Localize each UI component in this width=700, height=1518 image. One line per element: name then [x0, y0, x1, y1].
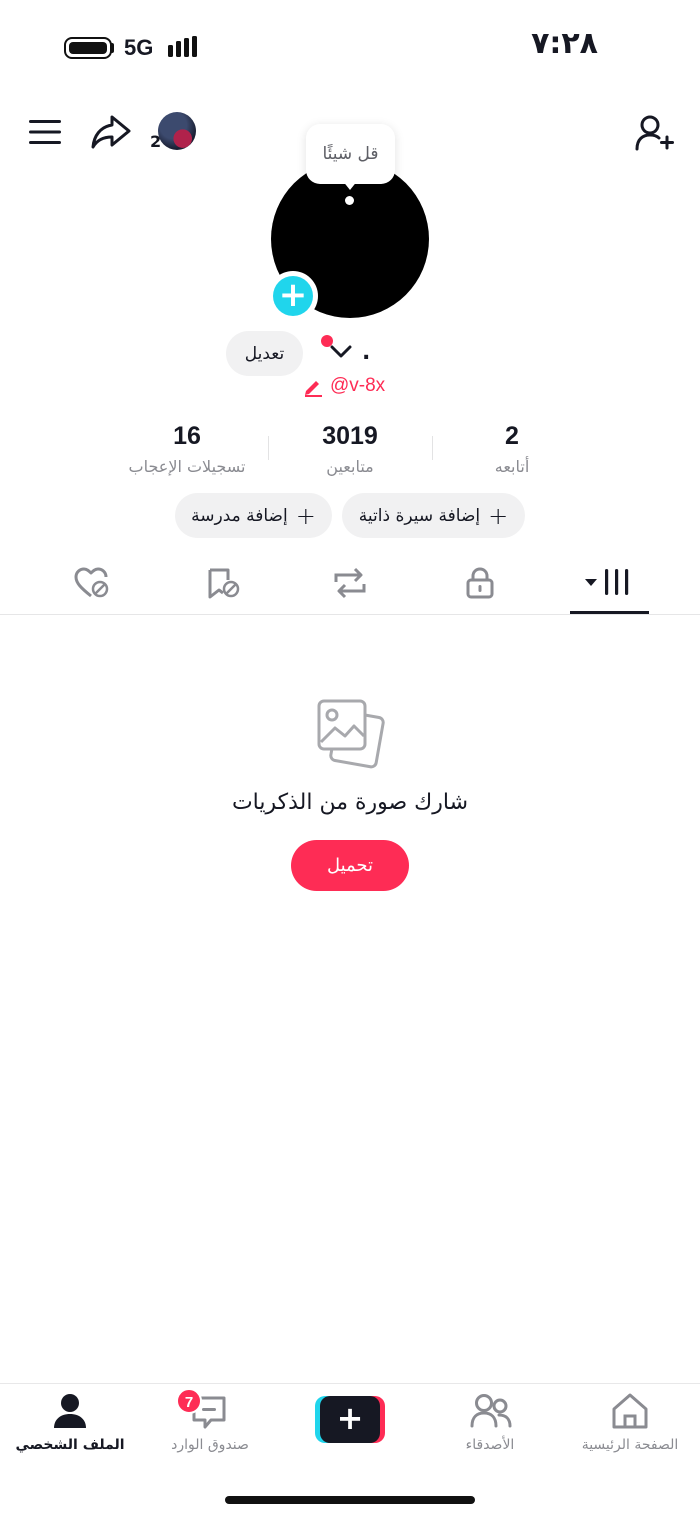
plus-icon: + [295, 501, 316, 530]
story-count: 2 [150, 132, 162, 151]
home-indicator[interactable] [225, 1496, 475, 1504]
tab-videos[interactable] [583, 566, 635, 600]
nav-friends-label[interactable]: الأصدقاء [420, 1437, 560, 1453]
display-name: . [362, 340, 371, 365]
tab-favorites[interactable] [206, 566, 242, 600]
username-handle[interactable]: @v-8x [330, 375, 385, 397]
tabs-divider [0, 614, 700, 615]
lock-icon [466, 567, 494, 599]
create-button[interactable]: + [315, 1396, 385, 1443]
status-time: ٧:٢٨ [531, 26, 598, 61]
add-avatar-button[interactable]: + [268, 271, 318, 321]
photos-icon [316, 698, 386, 770]
nav-home-label[interactable]: الصفحة الرئيسية [560, 1437, 700, 1453]
following-count[interactable]: 2 [432, 422, 592, 451]
story-avatar[interactable] [158, 112, 196, 150]
favorites-icon [208, 568, 240, 599]
liked-icon [74, 567, 109, 598]
battery-nub [111, 43, 114, 53]
friends-icon[interactable] [470, 1393, 512, 1429]
followers-count[interactable]: 3019 [270, 422, 430, 451]
inbox-badge: 7 [176, 1388, 202, 1414]
nav-profile-label[interactable]: الملف الشخصي [0, 1437, 140, 1453]
battery-icon [64, 37, 112, 59]
likes-count[interactable]: 16 [107, 422, 267, 451]
share-icon[interactable] [90, 114, 132, 150]
add-school-button[interactable]: إضافة مدرسة + [175, 493, 332, 538]
add-school-label: إضافة مدرسة [191, 505, 288, 526]
reposts-icon [334, 567, 366, 599]
plus-icon: + [488, 501, 509, 530]
following-label: أتابعه [494, 457, 530, 476]
empty-state-title: شارك صورة من الذكريات [231, 790, 469, 815]
tab-reposts[interactable] [332, 566, 368, 600]
note-bubble-dot [345, 196, 354, 205]
note-bubble[interactable]: قل شيئًا [306, 124, 395, 184]
active-tab-indicator [570, 611, 649, 614]
edit-profile-button[interactable]: تعديل [226, 331, 303, 376]
home-icon[interactable] [610, 1392, 650, 1430]
videos-grid-icon [585, 569, 629, 595]
followers-label: متابعين [326, 457, 374, 476]
add-bio-button[interactable]: إضافة سيرة ذاتية + [342, 493, 525, 538]
tab-private[interactable] [464, 566, 496, 600]
upload-button[interactable]: تحميل [291, 840, 409, 891]
profile-icon[interactable] [52, 1392, 88, 1430]
signal-icon [166, 36, 206, 58]
add-bio-label: إضافة سيرة ذاتية [358, 505, 481, 526]
plus-icon: + [273, 276, 313, 316]
nav-inbox-label[interactable]: صندوق الوارد [140, 1437, 280, 1453]
menu-icon[interactable] [28, 118, 64, 146]
plus-icon: + [320, 1396, 380, 1443]
likes-label: تسجيلات الإعجاب [128, 457, 246, 476]
tab-liked[interactable] [73, 566, 111, 600]
network-type: 5G [124, 35, 154, 60]
pencil-icon[interactable] [302, 376, 324, 398]
chevron-down-icon[interactable] [330, 344, 352, 360]
add-friend-icon[interactable] [634, 114, 676, 152]
bottom-nav-divider [0, 1383, 700, 1384]
